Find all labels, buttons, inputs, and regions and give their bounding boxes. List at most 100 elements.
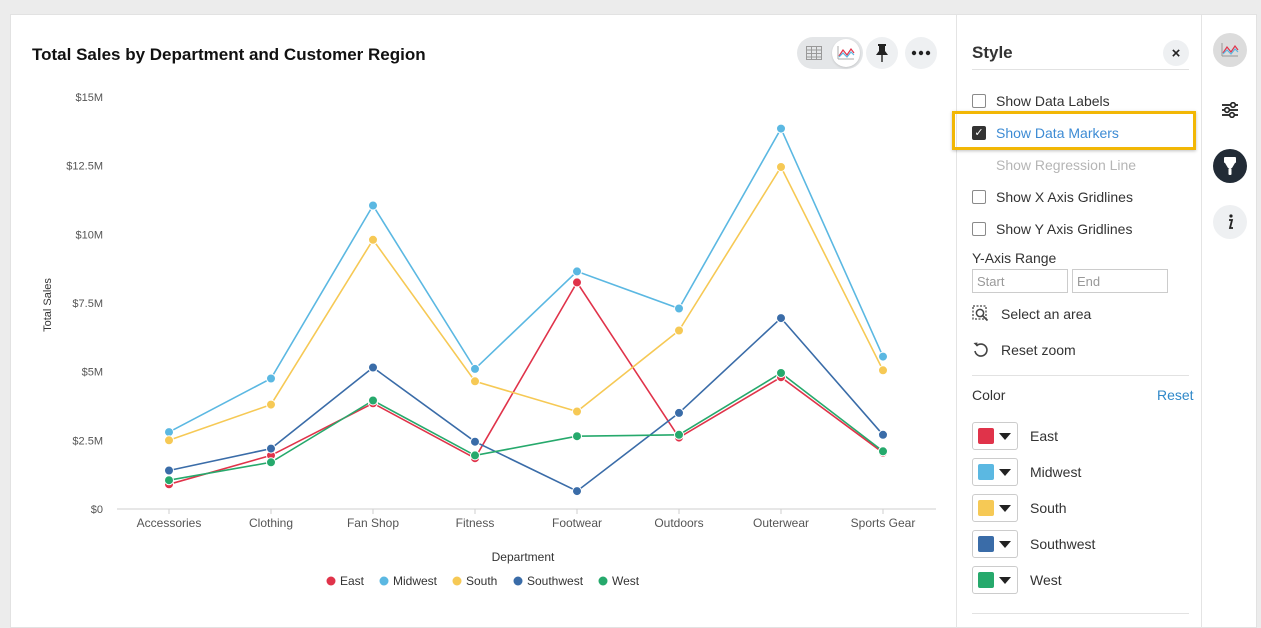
data-marker-southwest: [266, 443, 276, 454]
data-marker-midwest: [266, 373, 276, 384]
data-marker-midwest: [776, 123, 786, 134]
data-marker-southwest: [470, 436, 480, 447]
close-button[interactable]: ×: [1163, 40, 1189, 66]
x-tick-label: Accessories: [137, 516, 202, 530]
y-tick-label: $5M: [82, 367, 103, 379]
style-button[interactable]: [1213, 149, 1247, 183]
legend-label: South: [466, 574, 497, 588]
style-panel: Style × Show Data Labels ✓ Show Data Mar…: [952, 15, 1201, 628]
y-axis-range-label: Y-Axis Range: [972, 250, 1057, 266]
data-marker-midwest: [164, 427, 174, 438]
checkbox[interactable]: [972, 222, 986, 236]
legend-marker-midwest: [379, 576, 389, 586]
select-area-icon: [972, 305, 989, 322]
color-picker-button[interactable]: [972, 458, 1018, 486]
checkbox[interactable]: [972, 190, 986, 204]
color-picker-button[interactable]: [972, 422, 1018, 450]
y-tick-label: $12.5M: [66, 161, 103, 173]
color-series-label: Midwest: [1030, 464, 1082, 480]
option-show-regression-line: Show Regression Line: [972, 155, 1136, 175]
option-label: Show Regression Line: [996, 157, 1137, 173]
data-marker-south: [572, 406, 582, 417]
series-line-southwest: [168, 316, 884, 493]
color-row-midwest: Midwest: [972, 457, 1081, 487]
x-tick-label: Outdoors: [654, 516, 703, 530]
chart-area: $0 $2.5M $5M $7.5M $10M $12.5M $15M Accessories…: [11, 15, 956, 628]
data-marker-west: [878, 446, 888, 457]
chart-title: Total Sales by Department and Customer R…: [32, 45, 426, 64]
table-view-button[interactable]: [800, 39, 828, 67]
configure-button[interactable]: [1213, 93, 1247, 127]
color-label: Color: [972, 387, 1006, 403]
caret-down-icon: [999, 504, 1011, 512]
option-label: Show X Axis Gridlines: [996, 189, 1133, 205]
color-picker-button[interactable]: [972, 530, 1018, 558]
data-marker-south: [878, 365, 888, 376]
select-area-button[interactable]: Select an area: [972, 305, 1091, 322]
color-swatch: [978, 572, 994, 588]
data-marker-midwest: [572, 266, 582, 277]
data-marker-south: [776, 162, 786, 172]
series-line-east: [168, 280, 884, 486]
pin-icon: [876, 44, 888, 62]
color-swatch: [978, 428, 994, 444]
color-series-label: East: [1030, 428, 1059, 444]
select-area-label: Select an area: [1001, 305, 1092, 322]
x-tick-label: Sports Gear: [851, 516, 916, 530]
color-row-south: South: [972, 493, 1067, 523]
line-chart-icon: [1221, 43, 1239, 57]
data-marker-west: [164, 475, 174, 486]
legend-label: East: [340, 574, 365, 588]
y-range-start-input[interactable]: [972, 269, 1068, 293]
data-marker-midwest: [674, 303, 684, 314]
option-show-data-labels[interactable]: Show Data Labels: [972, 91, 1110, 111]
data-marker-southwest: [878, 429, 888, 440]
option-show-y-gridlines[interactable]: Show Y Axis Gridlines: [972, 219, 1132, 239]
legend-marker-east: [326, 576, 336, 586]
chart-card: $0 $2.5M $5M $7.5M $10M $12.5M $15M Accessories…: [10, 14, 1257, 628]
more-options-button[interactable]: [905, 37, 937, 69]
info-icon: [1228, 214, 1234, 229]
checkbox[interactable]: [972, 94, 986, 108]
y-tick-label: $15M: [75, 92, 103, 104]
color-row-east: East: [972, 421, 1058, 451]
legend-label: Midwest: [393, 574, 438, 588]
pin-button[interactable]: [866, 37, 898, 69]
color-swatch: [978, 536, 994, 552]
legend-marker-southwest: [513, 576, 523, 586]
right-rail: [1201, 15, 1258, 628]
option-show-x-gridlines[interactable]: Show X Axis Gridlines: [972, 187, 1133, 207]
y-tick-label: $10M: [75, 229, 103, 241]
info-button[interactable]: [1213, 205, 1247, 239]
color-series-label: Southwest: [1030, 536, 1096, 552]
chart-type-button[interactable]: [1213, 33, 1247, 67]
chart-view-button[interactable]: [832, 39, 860, 67]
color-swatch: [978, 464, 994, 480]
color-picker-button[interactable]: [972, 494, 1018, 522]
data-marker-southwest: [776, 313, 786, 324]
data-marker-west: [470, 450, 480, 461]
app-window: $0 $2.5M $5M $7.5M $10M $12.5M $15M Accessories…: [0, 0, 1261, 628]
divider: [972, 613, 1189, 614]
data-marker-west: [266, 457, 276, 468]
option-label: Show Y Axis Gridlines: [996, 221, 1133, 237]
paintbrush-icon: [1224, 157, 1236, 175]
reset-zoom-icon: [973, 342, 988, 357]
y-tick-label: $7.5M: [72, 298, 103, 310]
data-marker-west: [368, 395, 378, 406]
line-chart-icon: [837, 46, 855, 60]
caret-down-icon: [999, 468, 1011, 476]
data-marker-midwest: [470, 363, 480, 374]
data-marker-midwest: [368, 200, 378, 211]
highlight-box: [952, 111, 1196, 150]
color-picker-button[interactable]: [972, 566, 1018, 594]
x-tick-label: Footwear: [552, 516, 602, 530]
sliders-icon: [1222, 102, 1238, 118]
data-marker-east: [572, 277, 582, 288]
data-marker-southwest: [572, 486, 582, 497]
y-range-end-input[interactable]: [1072, 269, 1168, 293]
reset-colors-link[interactable]: Reset: [1157, 387, 1194, 403]
series-line-south: [168, 165, 884, 442]
reset-zoom-button[interactable]: Reset zoom: [972, 341, 1076, 358]
data-marker-south: [164, 435, 174, 446]
